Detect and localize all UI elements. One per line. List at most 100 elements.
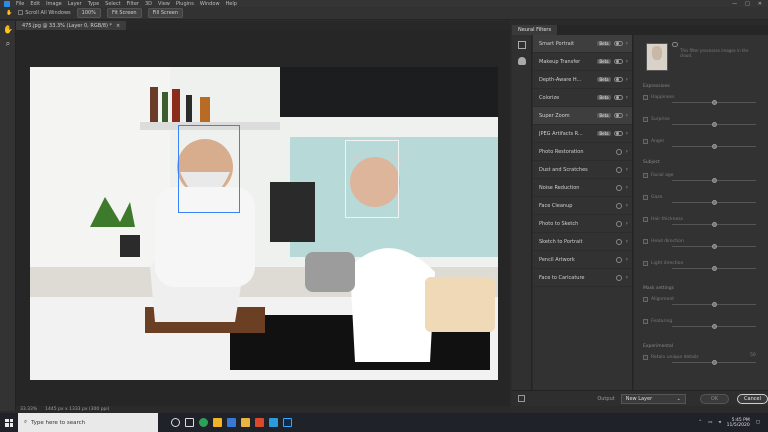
slider-track[interactable] (672, 324, 756, 329)
slider-track[interactable] (672, 100, 756, 105)
slider-knob[interactable] (712, 302, 717, 307)
slider-track[interactable] (672, 266, 756, 271)
app-icon[interactable] (266, 413, 280, 432)
download-icon[interactable] (615, 238, 622, 245)
face-detection-box[interactable] (345, 140, 399, 218)
menu-type[interactable]: Type (88, 1, 99, 7)
volume-icon[interactable]: ◂ (718, 420, 720, 425)
user-icon[interactable] (518, 57, 526, 65)
slider-track[interactable] (672, 178, 756, 183)
filter-item[interactable]: Face Cleanup › (533, 197, 632, 215)
tab-close-icon[interactable]: × (116, 23, 120, 29)
filter-item[interactable]: Face to Caricature › (533, 269, 632, 287)
menu-select[interactable]: Select (105, 1, 120, 7)
minimize-icon[interactable]: — (732, 1, 737, 7)
slider-knob[interactable] (712, 122, 717, 127)
slider-checkbox[interactable] (643, 138, 648, 144)
slider-track[interactable] (672, 144, 756, 149)
status-zoom[interactable]: 33.33% (20, 407, 37, 412)
menu-3d[interactable]: 3D (145, 1, 152, 7)
download-icon[interactable] (615, 202, 622, 209)
document-tab[interactable]: 475.jpg @ 33.3% (Layer 0, RGB/8) * × (16, 21, 127, 30)
download-icon[interactable] (615, 274, 622, 281)
filter-item[interactable]: Sketch to Portrait › (533, 233, 632, 251)
slider-checkbox[interactable] (643, 238, 648, 244)
download-icon[interactable] (615, 256, 622, 263)
download-icon[interactable] (615, 184, 622, 191)
filter-item[interactable]: Noise Reduction › (533, 179, 632, 197)
download-icon[interactable] (615, 148, 622, 155)
zoom-100-button[interactable]: 100% (76, 8, 101, 18)
slider-knob[interactable] (712, 178, 717, 183)
explorer-icon[interactable] (238, 413, 252, 432)
menu-view[interactable]: View (158, 1, 170, 7)
store-icon[interactable] (210, 413, 224, 432)
maximize-icon[interactable]: □ (745, 1, 750, 7)
slider-checkbox[interactable] (643, 296, 648, 302)
layers-icon[interactable] (518, 395, 526, 402)
network-icon[interactable]: ▭ (708, 420, 712, 425)
filter-item[interactable]: Photo to Sketch › (533, 215, 632, 233)
hand-tool-icon[interactable]: ✋ (3, 25, 13, 35)
fit-screen-button[interactable]: Fit Screen (106, 8, 142, 18)
slider-checkbox[interactable] (643, 116, 648, 122)
mail-icon[interactable] (224, 413, 238, 432)
filter-item[interactable]: Super Zoom Beta › (533, 107, 632, 125)
neural-filters-tab[interactable]: Neural Filters (512, 25, 558, 35)
slider-track[interactable] (672, 122, 756, 127)
slider-knob[interactable] (712, 200, 717, 205)
menu-file[interactable]: File (16, 1, 24, 7)
scroll-all-checkbox[interactable] (18, 10, 24, 15)
fill-screen-button[interactable]: Fill Screen (147, 8, 184, 18)
filter-toggle[interactable] (613, 77, 623, 82)
menu-edit[interactable]: Edit (30, 1, 40, 7)
filter-item[interactable]: Pencil Artwork › (533, 251, 632, 269)
menu-window[interactable]: Window (200, 1, 220, 7)
filter-item[interactable]: Smart Portrait Beta › (533, 35, 632, 53)
slider-track[interactable] (672, 302, 756, 307)
menu-layer[interactable]: Layer (68, 1, 82, 7)
experimental-checkbox[interactable] (643, 354, 648, 360)
cortana-icon[interactable] (168, 413, 182, 432)
ok-button[interactable]: OK (699, 393, 730, 404)
chevron-up-icon[interactable]: ⌃ (698, 420, 702, 425)
menu-filter[interactable]: Filter (127, 1, 139, 7)
output-select[interactable]: New Layer ⌄ (620, 393, 686, 404)
download-icon[interactable] (615, 166, 622, 173)
photoshop-taskbar-icon[interactable] (280, 413, 294, 432)
slider-knob[interactable] (712, 266, 717, 271)
filter-item[interactable]: Colorize Beta › (533, 89, 632, 107)
face-detection-box[interactable] (178, 125, 240, 213)
menu-plugins[interactable]: Plugins (176, 1, 194, 7)
slider-knob[interactable] (712, 244, 717, 249)
filter-toggle[interactable] (613, 131, 623, 136)
experimental-slider-knob[interactable] (712, 360, 717, 365)
menu-help[interactable]: Help (226, 1, 237, 7)
cancel-button[interactable]: Cancel (737, 393, 768, 404)
slider-track[interactable] (672, 200, 756, 205)
slider-knob[interactable] (712, 324, 717, 329)
filter-toggle[interactable] (613, 41, 623, 46)
filter-item[interactable]: Photo Restoration › (533, 143, 632, 161)
slider-track[interactable] (672, 222, 756, 227)
start-button[interactable] (0, 413, 18, 432)
edge-icon[interactable] (196, 413, 210, 432)
filter-item[interactable]: Makeup Transfer Beta › (533, 53, 632, 71)
notification-icon[interactable]: ▢ (756, 420, 760, 425)
menu-image[interactable]: Image (46, 1, 62, 7)
clock[interactable]: 5:45 PM 11/5/2020 (727, 418, 750, 428)
slider-checkbox[interactable] (643, 172, 648, 178)
zoom-tool-icon[interactable]: ⌕ (3, 39, 13, 49)
filter-item[interactable]: JPEG Artifacts R... Beta › (533, 125, 632, 143)
slider-knob[interactable] (712, 222, 717, 227)
filter-item[interactable]: Depth-Aware H... Beta › (533, 71, 632, 89)
task-view-icon[interactable] (182, 413, 196, 432)
filter-toggle[interactable] (613, 95, 623, 100)
taskbar-search[interactable]: ⌕ Type here to search (18, 413, 158, 432)
slider-checkbox[interactable] (643, 318, 648, 324)
office-icon[interactable] (252, 413, 266, 432)
slider-checkbox[interactable] (643, 194, 648, 200)
scroll-all-windows[interactable]: Scroll All Windows (18, 10, 71, 16)
slider-track[interactable] (672, 244, 756, 249)
slider-knob[interactable] (712, 100, 717, 105)
